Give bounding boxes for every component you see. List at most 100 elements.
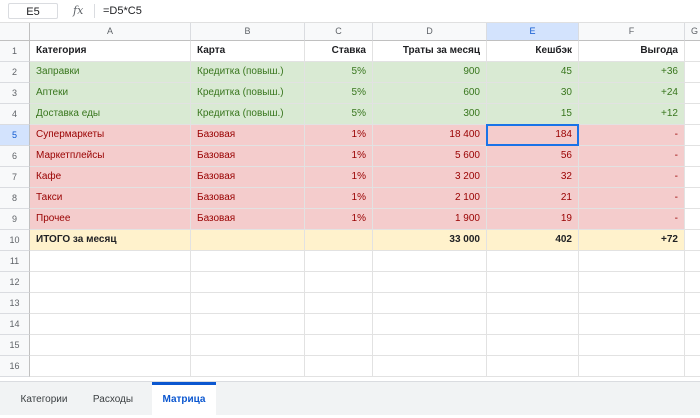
cell-c16[interactable] — [305, 356, 373, 377]
cell-g4[interactable] — [685, 104, 700, 125]
cell-d8[interactable]: 2 100 — [373, 188, 487, 209]
cell-a12[interactable] — [30, 272, 191, 293]
cell-a4[interactable]: Доставка еды — [30, 104, 191, 125]
cell-d2[interactable]: 900 — [373, 62, 487, 83]
row-header-3[interactable]: 3 — [0, 83, 30, 104]
row-header-1[interactable]: 1 — [0, 41, 30, 62]
cell-g15[interactable] — [685, 335, 700, 356]
cell-f13[interactable] — [579, 293, 685, 314]
cell-g3[interactable] — [685, 83, 700, 104]
cell-a5[interactable]: Супермаркеты — [30, 125, 191, 146]
cell-a15[interactable] — [30, 335, 191, 356]
cell-e7[interactable]: 32 — [487, 167, 579, 188]
cell-a14[interactable] — [30, 314, 191, 335]
cell-b12[interactable] — [191, 272, 305, 293]
cell-b4[interactable]: Кредитка (повыш.) — [191, 104, 305, 125]
cell-a11[interactable] — [30, 251, 191, 272]
cell-a10[interactable]: ИТОГО за месяц — [30, 230, 191, 251]
cell-d5[interactable]: 18 400 — [373, 125, 487, 146]
cell-c9[interactable]: 1% — [305, 209, 373, 230]
row-header-15[interactable]: 15 — [0, 335, 30, 356]
cell-b3[interactable]: Кредитка (повыш.) — [191, 83, 305, 104]
cell-d15[interactable] — [373, 335, 487, 356]
row-header-16[interactable]: 16 — [0, 356, 30, 377]
column-header-b[interactable]: B — [191, 23, 305, 41]
cell-f3[interactable]: +24 — [579, 83, 685, 104]
cell-e10[interactable]: 402 — [487, 230, 579, 251]
cell-g11[interactable] — [685, 251, 700, 272]
cell-g13[interactable] — [685, 293, 700, 314]
cell-e8[interactable]: 21 — [487, 188, 579, 209]
cell-e9[interactable]: 19 — [487, 209, 579, 230]
cell-a3[interactable]: Аптеки — [30, 83, 191, 104]
cell-a16[interactable] — [30, 356, 191, 377]
row-header-4[interactable]: 4 — [0, 104, 30, 125]
cell-e2[interactable]: 45 — [487, 62, 579, 83]
cell-g16[interactable] — [685, 356, 700, 377]
sheet-tab-2[interactable]: Расходы — [82, 382, 144, 415]
cell-g6[interactable] — [685, 146, 700, 167]
cell-e5[interactable]: 184 — [487, 125, 579, 146]
cell-e3[interactable]: 30 — [487, 83, 579, 104]
cell-b6[interactable]: Базовая — [191, 146, 305, 167]
cell-c8[interactable]: 1% — [305, 188, 373, 209]
cell-g8[interactable] — [685, 188, 700, 209]
cell-f8[interactable]: - — [579, 188, 685, 209]
cell-g12[interactable] — [685, 272, 700, 293]
cell-b7[interactable]: Базовая — [191, 167, 305, 188]
cell-f7[interactable]: - — [579, 167, 685, 188]
cell-e4[interactable]: 15 — [487, 104, 579, 125]
cell-b13[interactable] — [191, 293, 305, 314]
cell-g14[interactable] — [685, 314, 700, 335]
cell-b9[interactable]: Базовая — [191, 209, 305, 230]
cell-a8[interactable]: Такси — [30, 188, 191, 209]
cell-e13[interactable] — [487, 293, 579, 314]
cell-g7[interactable] — [685, 167, 700, 188]
cell-d7[interactable]: 3 200 — [373, 167, 487, 188]
cell-c3[interactable]: 5% — [305, 83, 373, 104]
row-header-12[interactable]: 12 — [0, 272, 30, 293]
cell-g5[interactable] — [685, 125, 700, 146]
row-header-5[interactable]: 5 — [0, 125, 30, 146]
select-all-corner[interactable] — [0, 23, 30, 41]
column-header-g[interactable]: G — [685, 23, 700, 41]
cell-f1[interactable]: Выгода — [579, 41, 685, 62]
cell-a13[interactable] — [30, 293, 191, 314]
cell-a2[interactable]: Заправки — [30, 62, 191, 83]
sheet-tab-1[interactable]: Категории — [18, 382, 70, 415]
row-header-13[interactable]: 13 — [0, 293, 30, 314]
cell-c7[interactable]: 1% — [305, 167, 373, 188]
cell-c1[interactable]: Ставка — [305, 41, 373, 62]
cell-d9[interactable]: 1 900 — [373, 209, 487, 230]
row-header-11[interactable]: 11 — [0, 251, 30, 272]
cell-b1[interactable]: Карта — [191, 41, 305, 62]
cell-f16[interactable] — [579, 356, 685, 377]
cell-c11[interactable] — [305, 251, 373, 272]
cell-d10[interactable]: 33 000 — [373, 230, 487, 251]
column-header-d[interactable]: D — [373, 23, 487, 41]
cell-c2[interactable]: 5% — [305, 62, 373, 83]
cell-b8[interactable]: Базовая — [191, 188, 305, 209]
cell-d3[interactable]: 600 — [373, 83, 487, 104]
formula-input[interactable]: =D5*C5 — [103, 3, 142, 19]
cell-f4[interactable]: +12 — [579, 104, 685, 125]
cell-d12[interactable] — [373, 272, 487, 293]
cell-f6[interactable]: - — [579, 146, 685, 167]
row-header-7[interactable]: 7 — [0, 167, 30, 188]
cell-b14[interactable] — [191, 314, 305, 335]
cell-f9[interactable]: - — [579, 209, 685, 230]
sheet-tab-3[interactable]: Матрица — [152, 382, 216, 415]
cell-f2[interactable]: +36 — [579, 62, 685, 83]
cell-d4[interactable]: 300 — [373, 104, 487, 125]
cell-c5[interactable]: 1% — [305, 125, 373, 146]
cell-b16[interactable] — [191, 356, 305, 377]
cell-a9[interactable]: Прочее — [30, 209, 191, 230]
cell-f10[interactable]: +72 — [579, 230, 685, 251]
cell-b15[interactable] — [191, 335, 305, 356]
column-header-a[interactable]: A — [30, 23, 191, 41]
cell-f12[interactable] — [579, 272, 685, 293]
cell-e14[interactable] — [487, 314, 579, 335]
cell-d6[interactable]: 5 600 — [373, 146, 487, 167]
cell-b2[interactable]: Кредитка (повыш.) — [191, 62, 305, 83]
cell-g9[interactable] — [685, 209, 700, 230]
